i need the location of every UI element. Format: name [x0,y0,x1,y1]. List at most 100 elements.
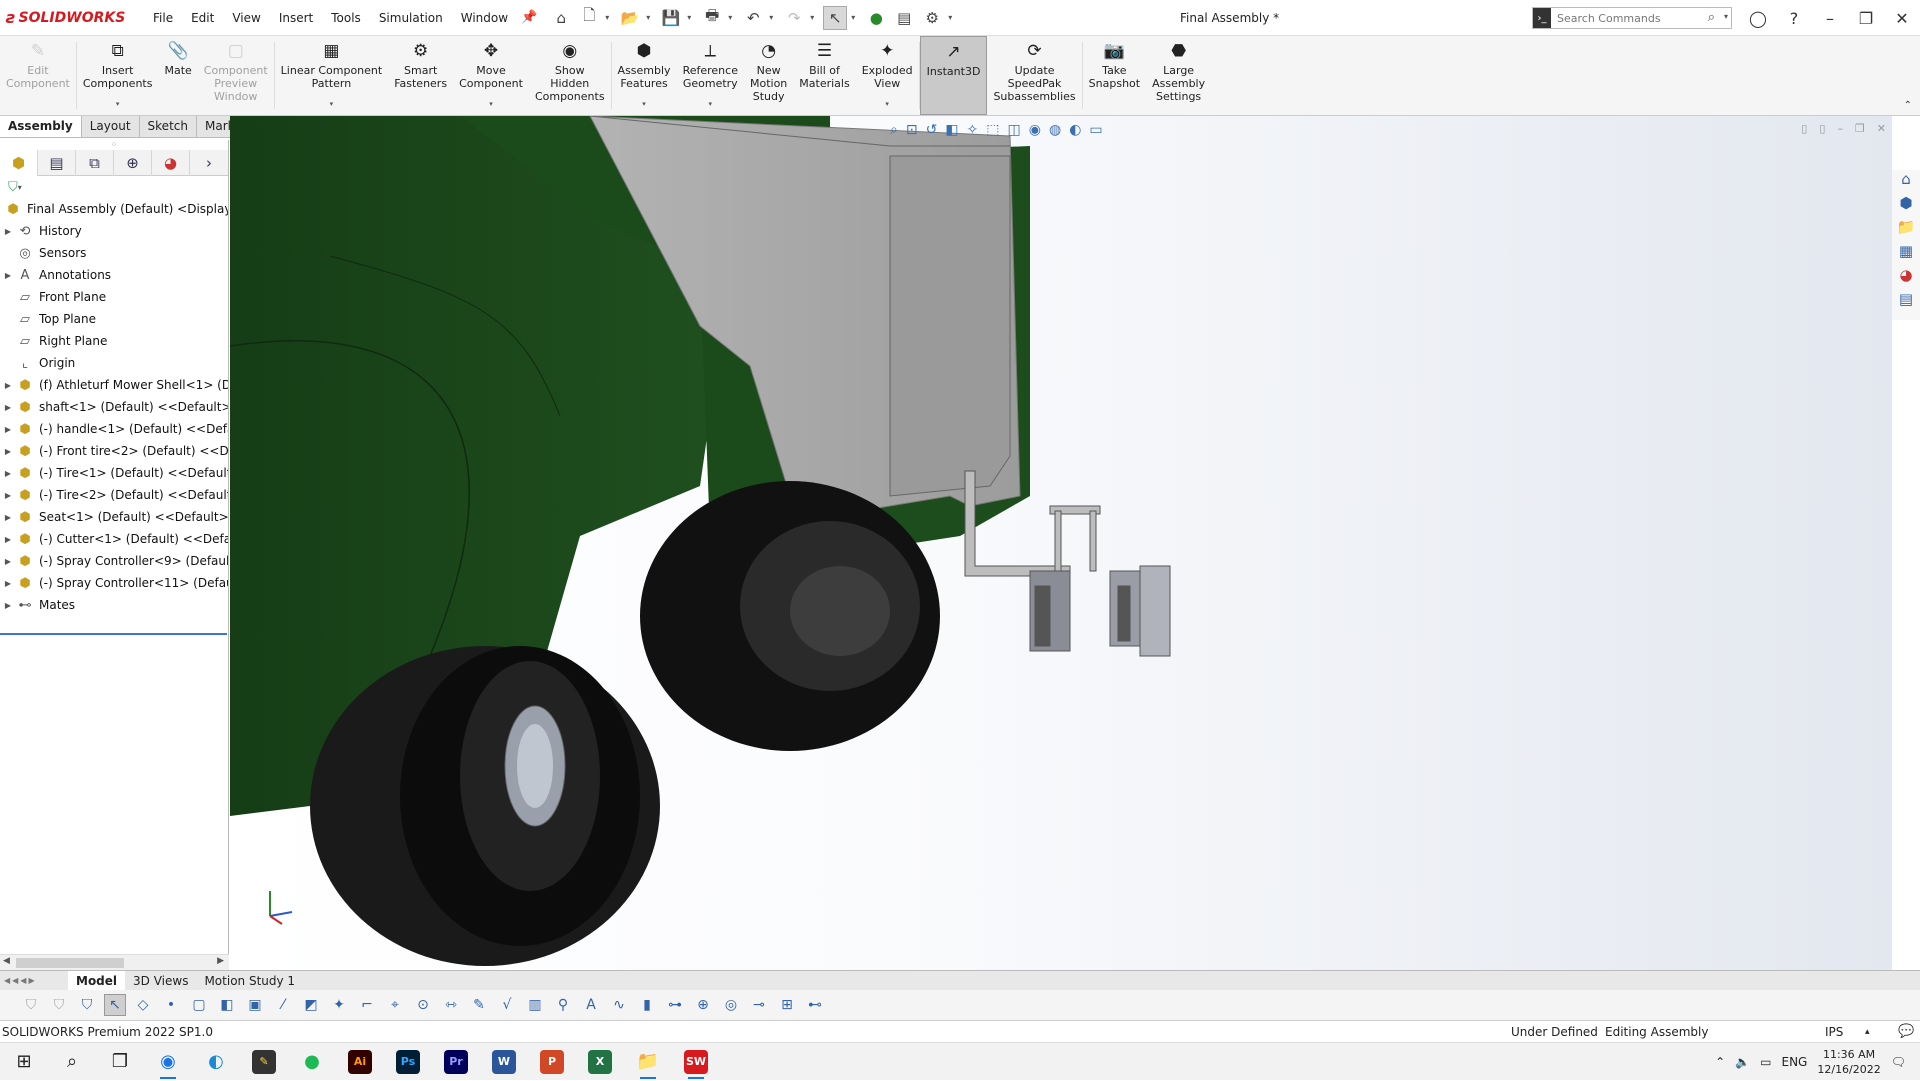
bottom-tab-3d-views[interactable]: 3D Views [125,971,196,991]
ribbon-exploded-view-button[interactable]: ✦ Exploded View ▾ [856,36,919,115]
tree-rollback-bar[interactable] [0,633,227,635]
tree-root[interactable]: ⬢ Final Assembly (Default) <Display Stat [0,198,228,220]
chrome-icon[interactable]: ◉ [144,1043,192,1081]
task-view-icon[interactable]: ❐ [96,1043,144,1081]
search-commands[interactable]: ›_ Search Commands ⌕ ▾ [1532,7,1732,29]
restore-icon[interactable]: ❐ [1848,0,1884,36]
redo-icon[interactable]: ↷ [782,6,806,30]
language-indicator[interactable]: ENG [1782,1055,1808,1069]
appearances-icon[interactable]: ◕ [1899,266,1912,284]
view-palette-icon[interactable]: ▦ [1899,242,1913,260]
file-explorer-icon[interactable]: 📁 [1897,218,1916,236]
design-library-icon[interactable]: ⬢ [1899,194,1912,212]
filter-blocks-icon[interactable]: ▮ [636,994,658,1016]
filter-midpoints-icon[interactable]: ⌖ [384,994,406,1016]
split-view-icon[interactable]: ▯ [1819,122,1825,135]
custom-properties-icon[interactable]: ▤ [1899,290,1913,308]
tree-item[interactable]: ▶ A Annotations [0,264,228,286]
chevron-down-icon[interactable]: ▾ [709,98,713,111]
chevron-down-icon[interactable]: ▾ [769,13,778,22]
menu-insert[interactable]: Insert [270,0,322,36]
expand-arrow-icon[interactable]: ▶ [0,403,16,412]
solidworks-logo[interactable]: ƨ SOLIDWORKS [6,8,144,27]
chat-icon[interactable]: 💬 [1898,1024,1914,1039]
zoom-area-icon[interactable]: ⊡ [906,122,918,138]
chevron-down-icon[interactable]: ▾ [810,13,819,22]
expand-arrow-icon[interactable]: ▶ [0,381,16,390]
chevron-down-icon[interactable]: ▾ [605,13,614,22]
ribbon-component-preview-button[interactable]: ▢ Component Preview Window [198,36,274,115]
tree-item[interactable]: ▶ ⬢ (-) Cutter<1> (Default) <<Default [0,528,228,550]
file-properties-icon[interactable]: ▤ [892,6,916,30]
zoom-to-fit-icon[interactable]: ⌕ [890,122,898,138]
edge-icon[interactable]: ◐ [192,1043,240,1081]
user-icon[interactable]: ◯ [1740,0,1776,36]
ribbon-insert-components-button[interactable]: ⧉ Insert Components ▾ [77,36,159,115]
chevron-down-icon[interactable]: ▾ [728,13,737,22]
expand-arrow-icon[interactable]: ▶ [0,557,16,566]
filter-routing-icon[interactable]: ⊶ [664,994,686,1016]
collapse-ribbon-icon[interactable]: ⌃ [1904,100,1912,111]
hide-show-items-icon[interactable]: ◉ [1029,122,1041,138]
tab-navigation-arrows[interactable]: ◀◀◀▶ [0,976,68,985]
tab-assembly[interactable]: Assembly [0,116,82,137]
filter-clear-icon[interactable]: ⛉ [48,994,70,1016]
filter-planes-icon[interactable]: ◩ [300,994,322,1016]
view-orientation-icon[interactable]: ⬚ [986,122,999,138]
file-explorer-icon[interactable]: 📁 [624,1043,672,1081]
chevron-down-icon[interactable]: ▾ [642,98,646,111]
chevron-down-icon[interactable]: ▾ [687,13,696,22]
filter-faces-icon[interactable]: ▢ [188,994,210,1016]
ribbon-mate-button[interactable]: 📎 Mate [158,36,197,115]
bottom-tab-motion-study-1[interactable]: Motion Study 1 [196,971,303,991]
filter-edges-icon[interactable]: ◇ [132,994,154,1016]
filter-surface-finish-icon[interactable]: √ [496,994,518,1016]
chevron-down-icon[interactable]: ▾ [116,98,120,111]
filter-surface-icon[interactable]: ◧ [216,994,238,1016]
expand-arrow-icon[interactable]: ▶ [0,469,16,478]
new-document-icon[interactable]: 🗋 [577,6,601,30]
close-icon[interactable]: ✕ [1884,0,1920,36]
ribbon-large-assembly-button[interactable]: ⬣ Large Assembly Settings [1146,36,1211,115]
volume-icon[interactable]: 🔈 [1735,1055,1750,1069]
tree-item[interactable]: ▶ ⬢ (-) Tire<1> (Default) <<Default>_ [0,462,228,484]
spotify-icon[interactable]: ● [288,1043,336,1081]
bottom-tab-model[interactable]: Model [68,970,126,991]
illustrator-icon[interactable]: Ai [336,1043,384,1081]
tab-layout[interactable]: Layout [82,116,140,137]
minimize-icon[interactable]: – [1812,0,1848,36]
clock[interactable]: 11:36 AM 12/16/2022 [1817,1047,1880,1077]
ribbon-snapshot-button[interactable]: 📷 Take Snapshot [1083,36,1146,115]
menu-tools[interactable]: Tools [322,0,370,36]
expand-arrow-icon[interactable]: ▶ [0,601,16,610]
filter-connection-icon[interactable]: ⊸ [748,994,770,1016]
tree-item[interactable]: ▱ Front Plane [0,286,228,308]
undo-icon[interactable]: ↶ [741,6,765,30]
solidworks-resources-icon[interactable]: ⌂ [1901,170,1911,188]
ribbon-move-component-button[interactable]: ✥ Move Component ▾ [453,36,529,115]
ribbon-bom-button[interactable]: ☰ Bill of Materials [793,36,855,115]
display-style-icon[interactable]: ◫ [1008,122,1021,138]
chevron-down-icon[interactable]: ▾ [885,98,889,111]
chevron-down-icon[interactable]: ▾ [489,98,493,111]
scroll-right-icon[interactable]: ▶ [217,956,224,966]
display-manager-tab-icon[interactable]: ◕ [152,149,191,176]
save-icon[interactable]: 💾 [659,6,683,30]
tree-item[interactable]: ▱ Right Plane [0,330,228,352]
tree-item[interactable]: ▶ ⬢ (-) Spray Controller<11> (Default) [0,572,228,594]
select-arrow-icon[interactable]: ↖ [823,5,848,30]
tree-item[interactable]: ▶ ⬢ (-) Tire<2> (Default) <<Default>_ [0,484,228,506]
notes-app-icon[interactable]: ✎ [240,1043,288,1081]
chevron-up-icon[interactable]: ⌃ [1715,1055,1725,1069]
filter-solid-icon[interactable]: ▣ [244,994,266,1016]
tree-item[interactable]: ▱ Top Plane [0,308,228,330]
expand-arrow-icon[interactable]: ▶ [0,535,16,544]
edit-appearance-icon[interactable]: ◍ [1049,122,1061,138]
tree-item[interactable]: ▶ ⬢ (-) Spray Controller<9> (Default) [0,550,228,572]
ribbon-speedpak-button[interactable]: ⟳ Update SpeedPak Subassemblies [987,36,1081,115]
chevron-down-icon[interactable]: ▾ [948,13,957,22]
dimxpert-tab-icon[interactable]: ⊕ [114,149,153,176]
ribbon-linear-pattern-button[interactable]: ▦ Linear Component Pattern ▾ [275,36,389,115]
expand-arrow-icon[interactable]: ▶ [0,579,16,588]
help-icon[interactable]: ? [1776,0,1812,36]
